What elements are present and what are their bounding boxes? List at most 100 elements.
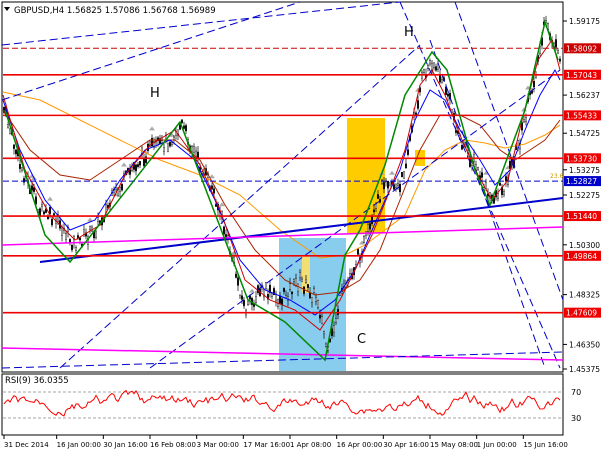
candle-body (559, 58, 561, 62)
time-tick-label: 16 Apr 00:00 (337, 441, 383, 449)
level-label: 1.57043 (566, 71, 597, 80)
candle-body (139, 160, 141, 166)
time-tick-label: 1 Apr 08:00 (290, 441, 331, 449)
candle-body (23, 178, 25, 183)
candle-body (295, 278, 297, 286)
candle-body (283, 288, 285, 292)
candle-body (435, 66, 437, 71)
candle-body (185, 125, 187, 132)
candle-body (317, 300, 319, 308)
candle-body (171, 142, 173, 146)
candle-body (363, 236, 365, 243)
candle-body (441, 79, 443, 84)
candle-body (321, 316, 323, 324)
candle-body (297, 283, 299, 292)
candle-body (211, 185, 213, 190)
candle-body (235, 273, 237, 278)
level-label: 1.55433 (566, 111, 597, 120)
candle-body (397, 183, 399, 186)
candle-body (243, 299, 245, 307)
candle-body (169, 141, 171, 147)
candle-body (19, 164, 21, 169)
candle-body (15, 149, 17, 155)
rsi-plot-area[interactable] (1, 373, 564, 436)
price-tick-label: 1.59175 (569, 17, 600, 26)
candle-body (193, 146, 195, 153)
candle-body (255, 296, 257, 303)
candle-body (237, 277, 239, 286)
time-tick-label: 17 Mar 16:00 (243, 441, 290, 449)
small-level-tag: 23.6 (550, 173, 564, 180)
candle-body (39, 208, 41, 217)
candle-body (197, 151, 199, 159)
candle-body (557, 50, 559, 54)
candle-body (271, 293, 273, 297)
candle-body (499, 182, 501, 186)
candle-body (31, 185, 33, 191)
candle-body (285, 295, 287, 299)
candle-body (401, 172, 403, 178)
candle-body (121, 183, 123, 191)
candle-body (377, 194, 379, 199)
candle-body (319, 314, 321, 319)
time-tick-label: 15 Jun 16:00 (523, 441, 567, 449)
candle-body (381, 179, 383, 184)
candle-body (311, 297, 313, 303)
time-tick-label: 15 May 08:00 (430, 441, 478, 449)
level-label: 1.51440 (566, 212, 597, 221)
candle-body (307, 284, 309, 288)
candle-body (71, 244, 73, 251)
candle-body (333, 325, 335, 333)
candle-body (213, 188, 215, 194)
candle-body (325, 343, 327, 347)
candle-body (417, 100, 419, 109)
candle-body (69, 239, 71, 243)
candle-body (179, 124, 181, 130)
price-tick-label: 1.46350 (569, 340, 600, 349)
candle-body (7, 124, 9, 128)
candle-body (305, 279, 307, 283)
candle-body (143, 158, 145, 167)
price-tick-label: 1.52275 (569, 191, 600, 200)
candle-body (43, 211, 45, 215)
candle-body (369, 223, 371, 230)
candle-body (137, 164, 139, 167)
h-label-right: H (404, 25, 414, 40)
time-tick-label: 30 Apr 16:00 (383, 441, 429, 449)
level-label: 1.53730 (566, 154, 597, 163)
candle-body (51, 218, 53, 226)
candle-body (395, 183, 397, 188)
candle-body (293, 279, 295, 282)
candle-body (389, 182, 391, 186)
candle-body (309, 292, 311, 299)
level-label: 1.47609 (566, 309, 597, 318)
candle-body (525, 117, 527, 123)
candle-body (181, 119, 183, 124)
candle-body (373, 209, 375, 213)
candle-body (315, 297, 317, 302)
candle-body (523, 119, 525, 123)
candle-body (323, 331, 325, 334)
rsi-tick-70: 70 (571, 388, 581, 397)
candle-body (455, 130, 457, 133)
time-axis: 31 Dec 2014 16 Jan 00:00 30 Jan 16:00 16 Fe… (3, 435, 568, 449)
candle-body (239, 294, 241, 299)
candle-body (21, 167, 23, 171)
candle-body (357, 248, 359, 255)
candle-body (9, 128, 11, 135)
candle-body (79, 237, 81, 241)
candle-body (265, 282, 267, 289)
candle-body (447, 93, 449, 97)
candle-body (183, 125, 185, 129)
candle-body (167, 143, 169, 152)
candle-body (371, 216, 373, 224)
candle-body (313, 288, 315, 293)
time-tick-label: 16 Feb 08:00 (150, 441, 196, 449)
rsi-tick-30: 30 (571, 414, 581, 423)
candle-body (61, 227, 63, 236)
trading-chart[interactable]: 1.58092 1.57043 1.55433 1.53730 1.52827 1.514… (0, 0, 602, 452)
candle-body (13, 144, 15, 149)
candle-body (163, 147, 165, 152)
price-tick-label: 1.53275 (569, 166, 600, 175)
candle-body (533, 81, 535, 88)
